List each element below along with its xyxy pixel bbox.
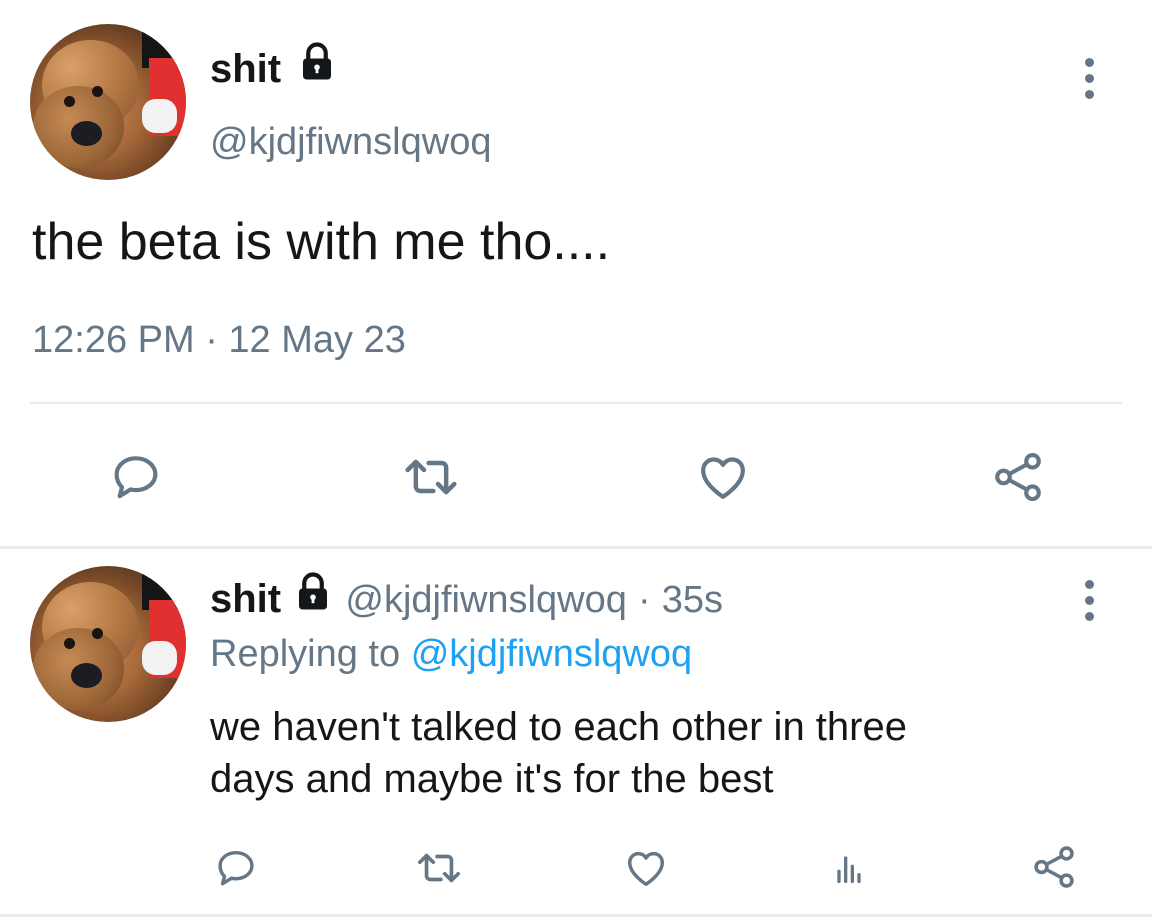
user-handle[interactable]: @kjdjfiwnslqwoq (210, 118, 491, 166)
reply-text-line1: we haven't talked to each other in three (210, 705, 907, 749)
tweet-timestamp[interactable]: 12:26 PM · 12 May 23 (32, 316, 406, 364)
mention-link[interactable]: @kjdjfiwnslqwoq (411, 633, 692, 675)
share-icon[interactable] (1026, 840, 1082, 894)
section-divider (0, 546, 1152, 549)
heart-icon[interactable] (620, 842, 672, 894)
replying-to: Replying to @kjdjfiwnslqwoq (210, 630, 692, 678)
divider (30, 402, 1122, 404)
display-name[interactable]: shit (210, 41, 338, 95)
separator: · (637, 579, 651, 621)
bottom-divider (0, 914, 1152, 917)
retweet-icon[interactable] (410, 842, 468, 894)
lock-icon (296, 41, 338, 95)
replying-prefix: Replying to (210, 633, 401, 675)
reply-icon[interactable] (210, 842, 262, 894)
reply-avatar[interactable] (30, 566, 186, 722)
heart-icon[interactable] (690, 446, 756, 508)
avatar[interactable] (30, 24, 186, 180)
lock-icon (292, 571, 334, 625)
reply-handle[interactable]: @kjdjfiwnslqwoq (345, 579, 626, 621)
tweet-text: the beta is with me tho.... (32, 213, 611, 271)
reply-age: 35s (661, 579, 724, 621)
reply-header: shit @kjdjfiwnslqwoq · 35s (210, 571, 724, 625)
analytics-icon[interactable] (826, 842, 872, 894)
more-vertical-icon[interactable] (1085, 580, 1094, 628)
reply-text-line2: days and maybe it's for the best (210, 757, 774, 801)
retweet-icon[interactable] (396, 446, 466, 508)
more-vertical-icon[interactable] (1085, 58, 1094, 106)
display-name-text: shit (210, 47, 282, 91)
reply-icon[interactable] (105, 446, 167, 508)
share-icon[interactable] (985, 446, 1051, 508)
reply-display-name[interactable]: shit (210, 577, 281, 621)
